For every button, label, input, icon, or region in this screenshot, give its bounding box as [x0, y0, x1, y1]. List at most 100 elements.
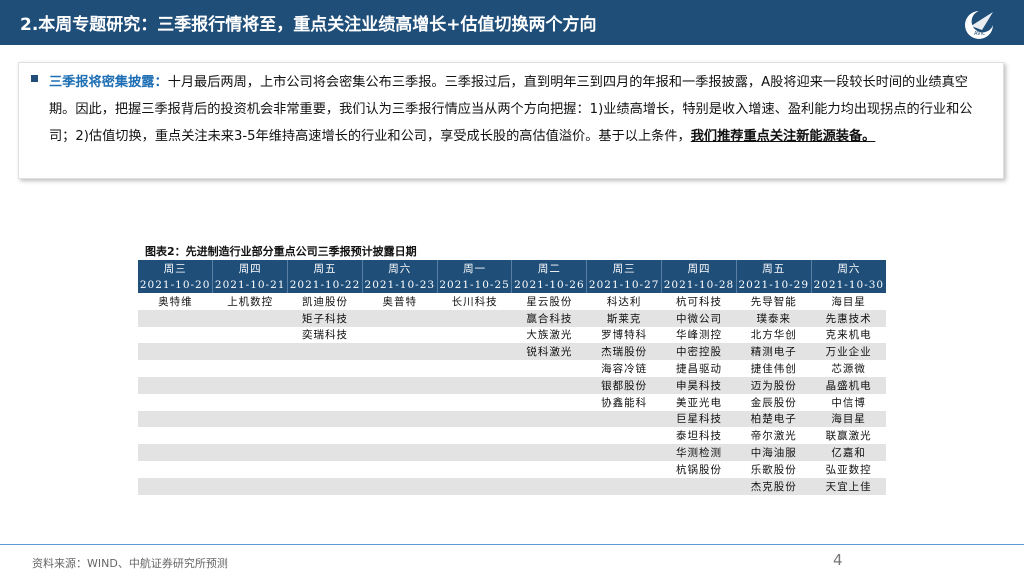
company-cell: 先惠技术: [811, 309, 886, 327]
summary-conclusion: 我们推荐重点关注新能源装备。: [690, 129, 876, 144]
company-cell: 捷昌驱动: [675, 363, 722, 376]
company-cell: [213, 394, 288, 411]
company-cell: 斯莱克: [586, 309, 662, 327]
company-cell: 中密控股: [661, 343, 737, 361]
column-date: 2021-10-27: [586, 276, 662, 293]
table-row: 杭锅股份 乐歌股份 弘亚数控: [138, 461, 886, 478]
column-day: 周五: [735, 260, 812, 277]
table-row: 协鑫能科 美亚光电 金辰股份 中信博: [138, 394, 886, 411]
company-cell: 奕瑞科技: [301, 329, 348, 342]
company-cell: [512, 427, 587, 444]
company-cell: [213, 360, 288, 377]
column-date: 2021-10-29: [735, 276, 812, 293]
company-cell: [212, 444, 288, 461]
company-cell: 先导智能: [750, 295, 797, 308]
avic-logo-icon: AVIC: [965, 11, 993, 39]
company-cell: 柏楚电子: [736, 410, 812, 428]
company-cell: [212, 343, 288, 361]
company-cell: 华峰测控: [675, 329, 722, 342]
company-cell: [288, 360, 363, 377]
company-cell: [212, 309, 288, 327]
company-cell: [437, 360, 512, 377]
column-date: 2021-10-23: [361, 276, 438, 293]
column-day: 周二: [511, 260, 587, 277]
company-cell: 杭可科技: [675, 295, 722, 308]
company-cell: [138, 444, 213, 461]
company-cell: [437, 410, 512, 428]
company-cell: [213, 427, 288, 444]
company-cell: [288, 461, 363, 478]
company-cell: [587, 427, 662, 444]
column-day: 周五: [287, 260, 363, 277]
company-cell: [213, 327, 288, 344]
table-row: 银都股份 申昊科技 迈为股份 晶盛机电: [138, 376, 886, 394]
company-cell: 捷佳伟创: [750, 363, 797, 376]
company-cell: 海容冷链: [601, 363, 648, 376]
company-cell: 奥普特: [382, 295, 418, 308]
table-row: 奥特维 上机数控 凯迪股份 奥普特 长川科技 星云股份 科达利 杭可科技 先导智能 海目星: [138, 293, 886, 310]
table-row: 华测检测 中海油服 亿嘉和: [138, 444, 886, 461]
company-cell: 中信博: [831, 396, 866, 409]
column-date: 2021-10-22: [287, 276, 363, 293]
company-cell: 精测电子: [736, 343, 812, 361]
header-bar: 2.本周专题研究：三季报行情将至，重点关注业绩高增长+估值切换两个方向 AVIC: [0, 0, 1024, 45]
company-cell: [511, 477, 587, 495]
company-cell: [362, 360, 437, 377]
company-cell: [138, 360, 213, 377]
summary-box: 三季报将密集披露：十月最后两周，上市公司将会密集公布三季报。三季报过后，直到明年…: [18, 62, 1004, 179]
company-cell: [437, 444, 512, 461]
company-cell: 长川科技: [451, 295, 498, 308]
company-cell: 北方华创: [750, 329, 797, 342]
column-day: 周六: [361, 260, 438, 277]
company-cell: [512, 394, 587, 411]
column-date: 2021-10-21: [212, 276, 288, 293]
company-cell: 海目星: [811, 410, 886, 428]
company-cell: [138, 394, 213, 411]
company-cell: 亿嘉和: [811, 444, 886, 461]
company-cell: 协鑫能科: [601, 396, 648, 409]
column-day: 周四: [661, 260, 737, 277]
column-date: 2021-10-25: [436, 276, 512, 293]
company-cell: 上机数控: [227, 295, 274, 308]
company-cell: 申昊科技: [661, 376, 737, 394]
company-cell: [138, 343, 213, 361]
svg-text:AVIC: AVIC: [974, 31, 986, 37]
column-day: 周六: [810, 260, 886, 277]
company-cell: [138, 327, 213, 344]
company-cell: [362, 394, 437, 411]
company-cell: [287, 444, 363, 461]
company-cell: 金辰股份: [750, 396, 797, 409]
disclosure-date-table: 周三 周四 周五 周六 周一 周二 周三 周四 周五 周六 2021-10-20 2021-10-21…: [138, 260, 886, 495]
company-cell: 晶盛机电: [811, 376, 886, 394]
company-cell: [587, 461, 662, 478]
company-cell: [138, 461, 213, 478]
company-cell: [512, 360, 587, 377]
company-cell: [362, 343, 438, 361]
page-number: 4: [833, 551, 843, 569]
table-row: 矩子科技 赢合科技 斯莱克 中微公司 璞泰来 先惠技术: [138, 309, 886, 327]
company-cell: [511, 410, 587, 428]
company-cell: 巨星科技: [661, 410, 737, 428]
company-cell: 海目星: [831, 295, 866, 308]
company-cell: 迈为股份: [736, 376, 812, 394]
company-cell: [437, 427, 512, 444]
column-date: 2021-10-30: [810, 276, 886, 293]
company-cell: 乐歌股份: [750, 463, 797, 476]
company-cell: 凯迪股份: [301, 295, 348, 308]
company-cell: [212, 376, 288, 394]
company-cell: [362, 309, 438, 327]
company-cell: 华测检测: [661, 444, 737, 461]
company-cell: [138, 477, 213, 495]
company-cell: 杰克股份: [736, 477, 812, 495]
company-cell: [138, 309, 213, 327]
column-date: 2021-10-28: [661, 276, 737, 293]
company-cell: 矩子科技: [287, 309, 363, 327]
company-cell: [661, 477, 737, 495]
table-row: 锐科激光 杰瑞股份 中密控股 精测电子 万业企业: [138, 343, 886, 361]
column-day: 周四: [212, 260, 288, 277]
company-cell: [138, 376, 213, 394]
bullet-icon: [31, 75, 38, 82]
company-cell: [213, 461, 288, 478]
column-date: 2021-10-26: [511, 276, 587, 293]
company-cell: 天宜上佳: [811, 477, 886, 495]
